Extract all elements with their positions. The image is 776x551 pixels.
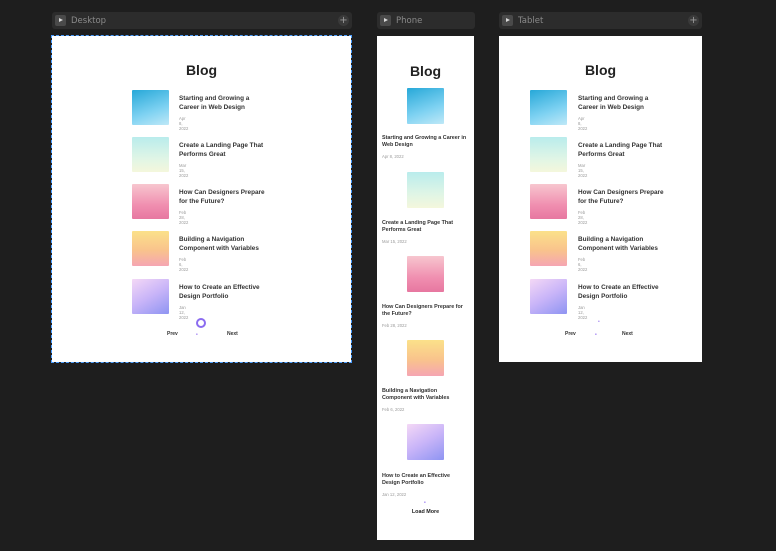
post-date: Feb 6, 2022 (578, 257, 588, 272)
post-title: Building a Navigation Component with Var… (578, 236, 658, 252)
page-dot[interactable]: • (424, 500, 426, 506)
post-date: Apr 8, 2022 (179, 116, 189, 131)
post-title: Starting and Growing a Career in Web Des… (179, 95, 250, 111)
post-title: How to Create an Effective Design Portfo… (382, 473, 450, 487)
post-date: Jan 12, 2022 (179, 305, 189, 320)
resize-handle[interactable] (196, 318, 206, 328)
post-date: Mar 15, 2022 (179, 163, 189, 178)
phone-canvas[interactable]: Blog Starting and Growing a Career in We… (377, 36, 474, 540)
play-icon[interactable] (380, 15, 391, 26)
dandelion-image (407, 172, 444, 208)
yellow-flower-image (407, 340, 444, 376)
play-icon[interactable] (502, 15, 513, 26)
post-date: Mar 15, 2022 (382, 239, 407, 244)
page-dot[interactable]: • (595, 332, 597, 338)
post-title: Starting and Growing a Career in Web Des… (382, 135, 467, 149)
frame-label-desktop: Desktop (71, 15, 107, 26)
page-dot[interactable]: • (598, 319, 600, 325)
post-title: How Can Designers Prepare for the Future… (382, 304, 463, 318)
post-title: How to Create an Effective Design Portfo… (578, 284, 659, 300)
post-date: Apr 8, 2022 (578, 116, 588, 131)
blog-title: Blog (185, 62, 218, 78)
next-button[interactable]: Next (622, 331, 633, 337)
post-title: How Can Designers Prepare for the Future… (578, 189, 664, 205)
prev-button[interactable]: Prev (565, 331, 576, 337)
post-title: Starting and Growing a Career in Web Des… (578, 95, 649, 111)
post-title: How to Create an Effective Design Portfo… (179, 284, 260, 300)
yellow-flower-image (132, 231, 169, 266)
post-date: Feb 28, 2022 (382, 323, 407, 328)
plus-icon[interactable]: + (688, 15, 699, 26)
post-title: Building a Navigation Component with Var… (382, 388, 450, 402)
page-dot[interactable]: • (196, 332, 198, 338)
desktop-canvas[interactable]: Blog Starting and Growing a Career in We… (51, 35, 352, 363)
load-more-button[interactable]: Load More (377, 509, 474, 515)
yellow-flower-image (530, 231, 567, 266)
tablet-canvas[interactable]: Blog Starting and Growing a Career in We… (499, 36, 702, 362)
dandelion-image (530, 137, 567, 172)
post-date: Feb 6, 2022 (382, 407, 405, 412)
frame-label-phone: Phone (396, 15, 423, 26)
frame-label-tablet: Tablet (518, 15, 544, 26)
feather-image (530, 90, 567, 125)
pink-plant-image (132, 184, 169, 219)
post-date: Jan 12, 2022 (578, 305, 588, 320)
post-date: Feb 28, 2022 (179, 210, 189, 225)
frame-header-tablet[interactable]: Tablet + (499, 12, 702, 29)
post-title: Building a Navigation Component with Var… (179, 236, 259, 252)
pink-plant-image (530, 184, 567, 219)
play-icon[interactable] (55, 15, 66, 26)
post-title: Create a Landing Page That Performs Grea… (179, 142, 264, 158)
feather-image (407, 88, 444, 124)
purple-plant-image (407, 424, 444, 460)
frame-header-desktop[interactable]: Desktop + (52, 12, 352, 29)
post-date: Feb 28, 2022 (578, 210, 588, 225)
post-date: Jan 12, 2022 (382, 492, 407, 497)
dandelion-image (132, 137, 169, 172)
plus-icon[interactable]: + (338, 15, 349, 26)
purple-plant-image (530, 279, 567, 314)
feather-image (132, 90, 169, 125)
post-date: Mar 15, 2022 (578, 163, 588, 178)
post-date: Feb 6, 2022 (179, 257, 189, 272)
post-title: Create a Landing Page That Performs Grea… (382, 220, 453, 234)
frame-header-phone[interactable]: Phone (377, 12, 475, 29)
pagination: Prev • Next (565, 328, 645, 340)
pagination: Prev • Next (167, 328, 247, 340)
next-button[interactable]: Next (227, 331, 238, 337)
blog-title: Blog (584, 62, 617, 78)
post-title: How Can Designers Prepare for the Future… (179, 189, 265, 205)
purple-plant-image (132, 279, 169, 314)
post-title: Create a Landing Page That Performs Grea… (578, 142, 663, 158)
pink-plant-image (407, 256, 444, 292)
post-date: Apr 8, 2022 (382, 154, 404, 159)
prev-button[interactable]: Prev (167, 331, 178, 337)
blog-title: Blog (409, 63, 442, 79)
